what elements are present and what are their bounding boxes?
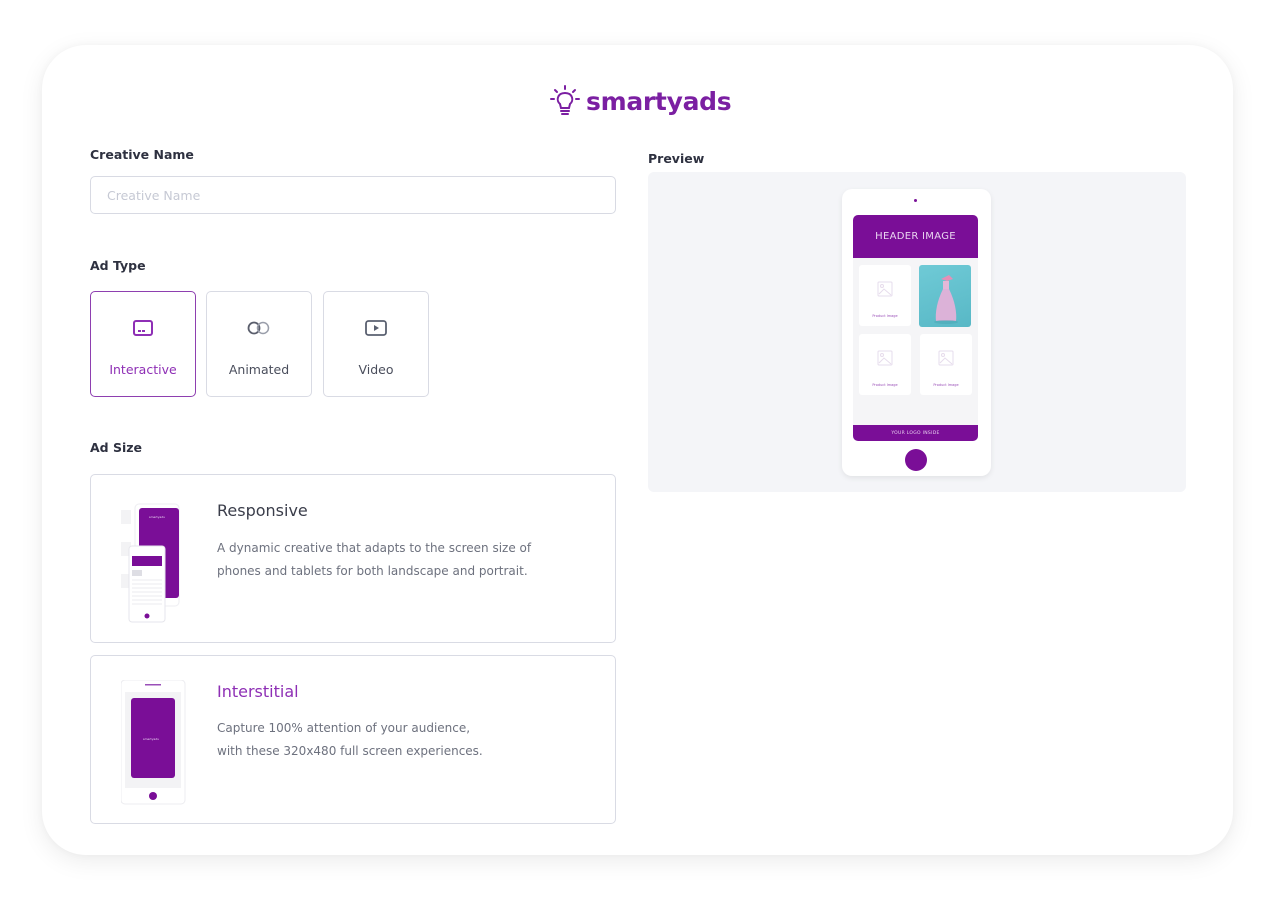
spray-bottle-image [934,275,958,324]
image-placeholder-icon [877,281,893,297]
ad-size-responsive-card[interactable]: smartyads Responsive A dynamic creative … [90,474,616,643]
phone-mockup: HEADER IMAGE Product Image Product Image… [842,189,991,476]
ad-size-interstitial-card[interactable]: smartyads Interstitial Capture 100% atte… [90,655,616,824]
ad-type-label: Ad Type [90,258,146,273]
header-image-banner: HEADER IMAGE [853,215,978,258]
tile-caption: Product Image [872,383,898,387]
video-icon [365,320,387,336]
phone-camera [914,199,917,202]
tile-caption: Product Image [933,383,959,387]
logo-footer-bar: YOUR LOGO INSIDE [853,425,978,441]
responsive-illustration: smartyads [121,503,180,623]
responsive-description-line2: phones and tablets for both landscape an… [217,564,528,578]
creative-name-label: Creative Name [90,147,194,162]
svg-text:smartyads: smartyads [149,515,165,519]
ad-type-animated-label: Animated [228,362,290,377]
image-placeholder-icon [877,350,893,366]
creative-name-input[interactable] [90,176,616,214]
brand-name: smartyads [586,86,732,116]
interstitial-title: Interstitial [217,682,299,701]
preview-panel: HEADER IMAGE Product Image Product Image… [648,172,1186,492]
phone-home-button [905,449,927,471]
product-tile: Product Image [859,334,911,395]
ad-type-video-button[interactable]: Video [323,291,429,397]
tile-caption: Product Image [872,314,898,318]
ad-type-video-label: Video [358,362,394,377]
phone-screen: HEADER IMAGE Product Image Product Image… [853,215,978,441]
interstitial-illustration: smartyads [121,680,186,805]
product-tile: Product Image [859,265,911,326]
ad-type-interactive-button[interactable]: Interactive [90,291,196,397]
svg-text:smartyads: smartyads [143,737,159,741]
responsive-title: Responsive [217,501,308,520]
preview-label: Preview [648,151,705,166]
product-tile: Product Image [920,334,972,395]
interstitial-description-line1: Capture 100% attention of your audience, [217,721,471,735]
interactive-icon [133,320,153,336]
responsive-description-line1: A dynamic creative that adapts to the sc… [217,541,532,555]
animated-icon [247,321,270,335]
product-photo-tile [919,265,971,327]
image-placeholder-icon [938,350,954,366]
interstitial-description-line2: with these 320x480 full screen experienc… [217,744,483,758]
lightbulb-icon [550,85,580,115]
brand-logo: smartyads [550,84,732,118]
ad-type-animated-button[interactable]: Animated [206,291,312,397]
ad-type-interactive-label: Interactive [109,362,177,377]
ad-size-label: Ad Size [90,440,143,455]
